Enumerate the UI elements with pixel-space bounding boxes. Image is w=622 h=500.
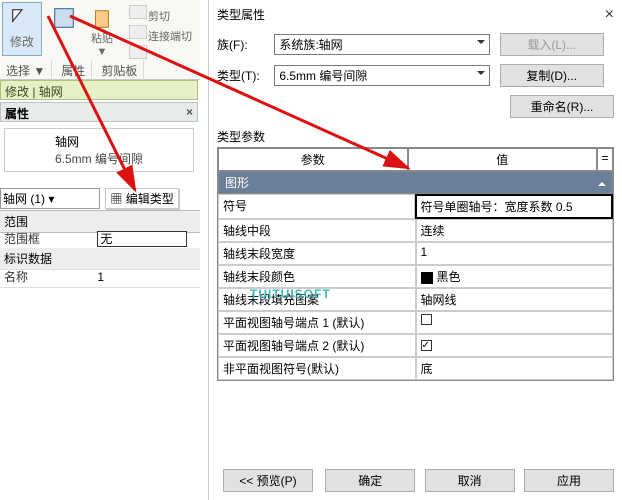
copy-label: 连接端切 xyxy=(148,31,192,43)
col-eq: = xyxy=(597,148,613,171)
load-button: 载入(L)... xyxy=(500,33,604,56)
table-row[interactable]: 轴线末段颜色黑色 xyxy=(218,265,613,288)
preview-button[interactable]: << 预览(P) xyxy=(223,469,313,492)
rename-row: 重命名(R)... xyxy=(209,91,622,122)
clip-group: 剪贴板 xyxy=(95,60,144,81)
param-value[interactable]: 底 xyxy=(416,357,614,380)
type-select[interactable]: 6.5mm 编号间隙 xyxy=(274,65,490,86)
paste-label: 粘贴 ▼ xyxy=(86,30,118,58)
param-name: 平面视图轴号端点 2 (默认) xyxy=(218,334,416,357)
duplicate-button[interactable]: 复制(D)... xyxy=(500,64,604,87)
table-row[interactable]: 符号符号单圈轴号：宽度系数 0.5 xyxy=(218,194,613,219)
table-row[interactable]: 轴线末段宽度1 xyxy=(218,242,613,265)
select-group[interactable]: 选择 ▼ xyxy=(0,60,52,81)
param-value[interactable]: 连续 xyxy=(416,219,614,242)
type-properties-dialog: 类型属性 × 族(F): 系统族:轴网 载入(L)... 类型(T): 6.5m… xyxy=(208,0,622,500)
family-value: 系统族:轴网 xyxy=(279,38,342,52)
table-row[interactable]: 平面视图轴号端点 2 (默认) xyxy=(218,334,613,357)
type-sub: 6.5mm 编号间隙 xyxy=(55,150,189,167)
properties-title-label: 属性 xyxy=(5,107,29,121)
cut-icon[interactable] xyxy=(129,5,147,19)
modify-context-label: 修改 | 轴网 xyxy=(5,85,63,99)
table-row[interactable]: 轴线末段填充图案轴网线 xyxy=(218,288,613,311)
table-header: 参数 值 = xyxy=(218,148,613,171)
copy-icon[interactable] xyxy=(129,25,147,39)
table-row[interactable]: 轴线中段连续 xyxy=(218,219,613,242)
dialog-footer: << 预览(P) 确定 取消 应用 xyxy=(217,469,614,492)
edit-type-label: 编辑类型 xyxy=(126,192,174,206)
param-value[interactable]: 黑色 xyxy=(416,265,614,288)
type-value: 6.5mm 编号间隙 xyxy=(279,69,367,83)
param-name: 轴线末段宽度 xyxy=(218,242,416,265)
table-row[interactable]: 平面视图轴号端点 1 (默认) xyxy=(218,311,613,334)
type-row: 类型(T): 6.5mm 编号间隙 复制(D)... xyxy=(209,60,622,91)
dialog-title: 类型属性 xyxy=(209,0,622,29)
param-value[interactable]: 轴网线 xyxy=(416,288,614,311)
props-group: 属性 xyxy=(55,60,92,81)
apply-button[interactable]: 应用 xyxy=(524,469,614,492)
col-value: 值 xyxy=(408,148,598,171)
ok-button[interactable]: 确定 xyxy=(325,469,415,492)
ribbon-footer: 选择 ▼ 属性 剪贴板 xyxy=(0,60,200,81)
group-range-label: 范围 xyxy=(4,215,28,229)
type-params-label: 类型参数 xyxy=(209,122,622,147)
instance-combo-label: 轴网 (1) xyxy=(3,192,45,206)
type-selector[interactable]: 轴网 6.5mm 编号间隙 xyxy=(4,128,194,172)
range-row: 范围框 xyxy=(0,228,200,250)
type-name: 轴网 xyxy=(55,133,189,150)
ribbon: 修改 粘贴 ▼ 剪切 连接端切 选择 ▼ 属性 剪贴板 xyxy=(0,0,200,80)
params-table: 参数 值 = 图形 符号符号单圈轴号：宽度系数 0.5轴线中段连续轴线末段宽度1… xyxy=(217,147,614,381)
col-param: 参数 xyxy=(218,148,408,171)
param-name: 非平面视图符号(默认) xyxy=(218,357,416,380)
name-row: 名称 1 xyxy=(0,266,200,288)
category-graphics[interactable]: 图形 xyxy=(218,171,613,194)
instance-combo[interactable]: 轴网 (1) ▾ xyxy=(0,188,100,209)
modify-context-bar: 修改 | 轴网 xyxy=(0,80,198,100)
clip-small-tools: 剪切 连接端切 xyxy=(128,4,192,63)
range-input[interactable] xyxy=(97,231,187,247)
param-name: 平面视图轴号端点 1 (默认) xyxy=(218,311,416,334)
param-value[interactable] xyxy=(416,334,614,357)
dialog-close-icon[interactable]: × xyxy=(605,6,614,24)
name-label: 名称 xyxy=(4,268,94,285)
match-icon[interactable] xyxy=(129,45,147,59)
type-label: 类型(T): xyxy=(217,67,271,84)
param-name: 符号 xyxy=(218,194,415,219)
family-label: 族(F): xyxy=(217,36,271,53)
cancel-button[interactable]: 取消 xyxy=(425,469,515,492)
param-value[interactable] xyxy=(416,311,614,334)
param-value[interactable]: 1 xyxy=(416,242,614,265)
props-tool[interactable] xyxy=(46,2,78,34)
family-row: 族(F): 系统族:轴网 载入(L)... xyxy=(209,29,622,60)
range-label: 范围框 xyxy=(4,230,94,247)
modify-tool[interactable]: 修改 xyxy=(2,2,42,56)
group-id-label: 标识数据 xyxy=(4,252,52,266)
close-icon[interactable]: × xyxy=(186,105,193,119)
param-name: 轴线末段颜色 xyxy=(218,265,416,288)
name-value: 1 xyxy=(97,270,104,284)
param-name: 轴线末段填充图案 xyxy=(218,288,416,311)
table-row[interactable]: 非平面视图符号(默认)底 xyxy=(218,357,613,380)
param-name: 轴线中段 xyxy=(218,219,416,242)
edit-type-button[interactable]: ▦ 编辑类型 xyxy=(105,188,178,209)
instance-row: 轴网 (1) ▾ ▦ 编辑类型 xyxy=(0,188,200,209)
cut-label: 剪切 xyxy=(148,11,170,23)
modify-label: 修改 xyxy=(10,35,34,49)
paste-tool[interactable]: 粘贴 ▼ xyxy=(82,6,122,60)
rename-button[interactable]: 重命名(R)... xyxy=(510,95,614,118)
family-select[interactable]: 系统族:轴网 xyxy=(274,34,490,55)
properties-palette-title: 属性 × xyxy=(0,102,198,122)
param-value[interactable]: 符号单圈轴号：宽度系数 0.5 xyxy=(415,194,614,219)
